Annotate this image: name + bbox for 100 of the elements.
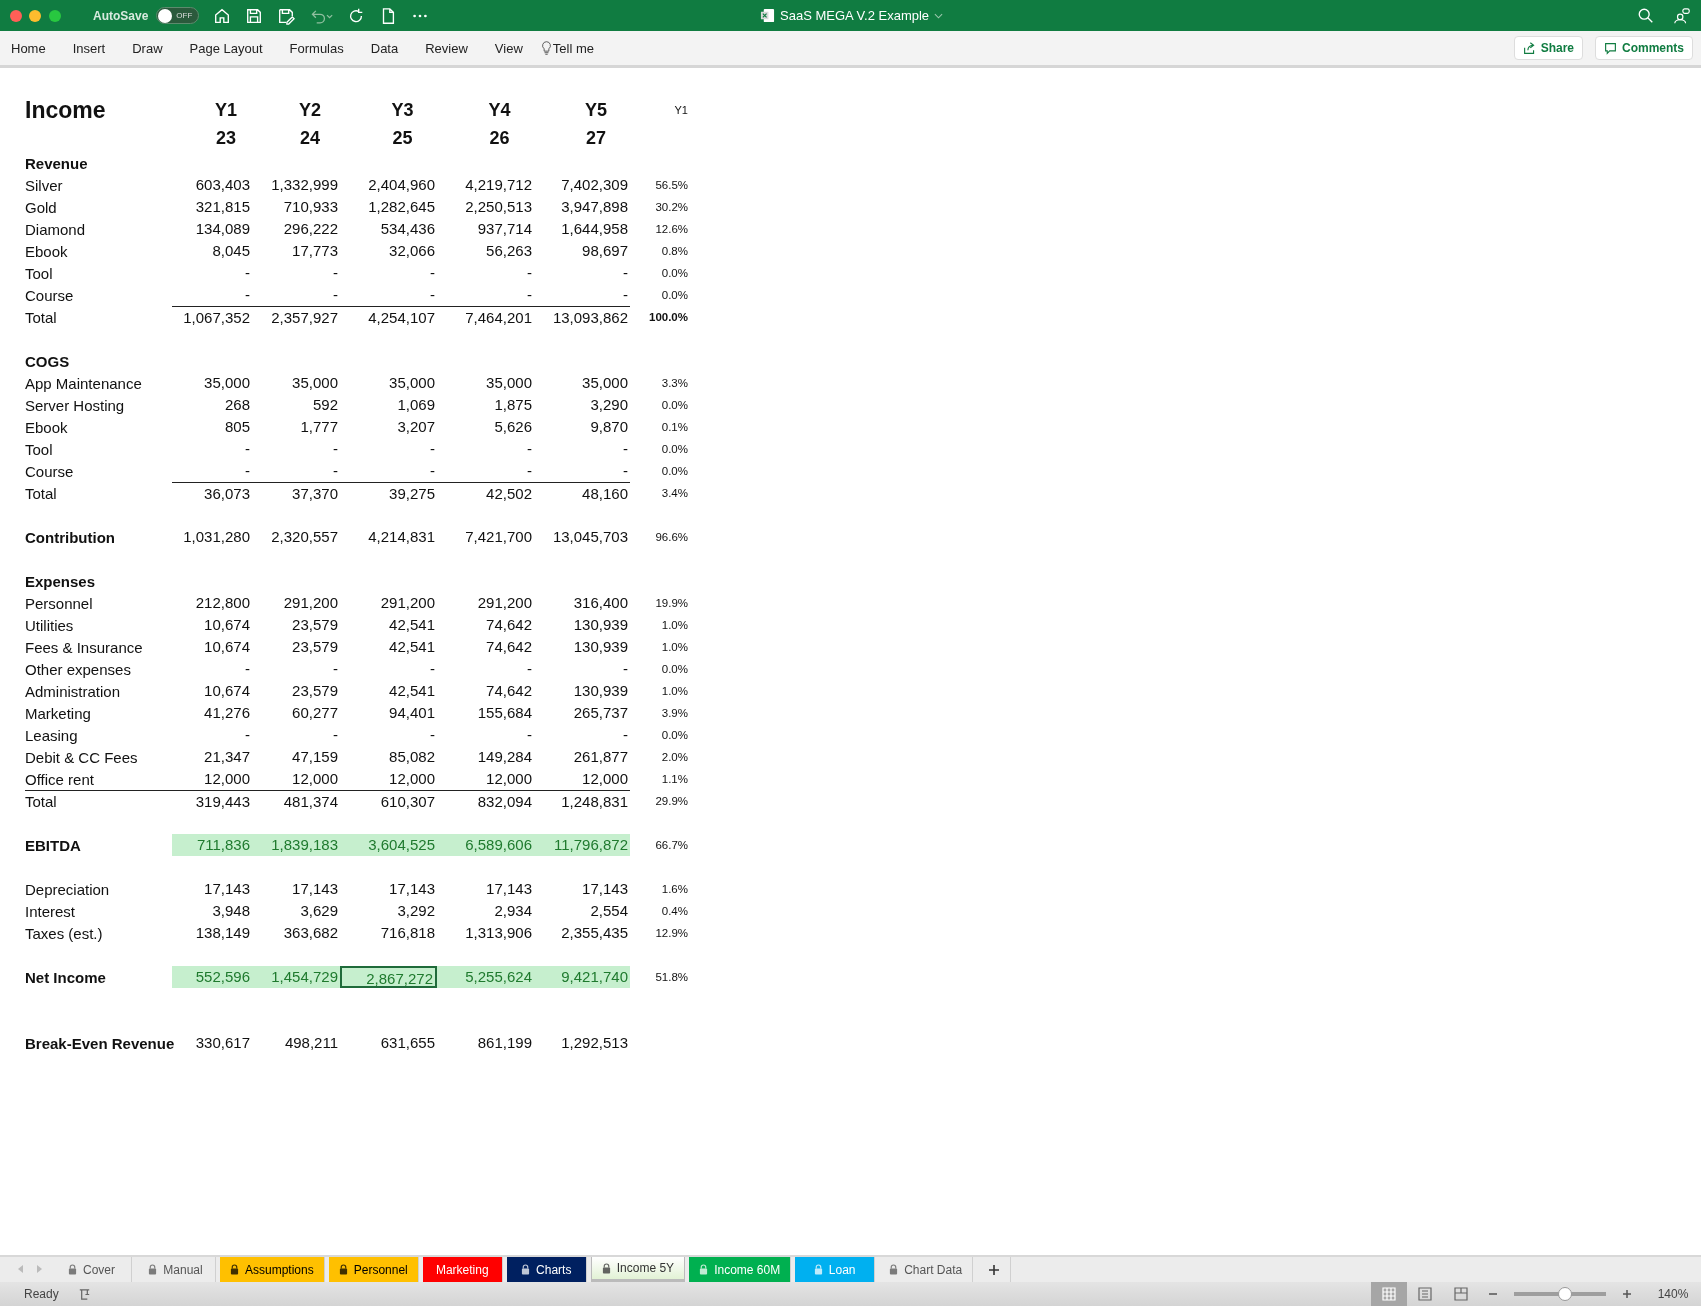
home-icon[interactable] [213, 6, 232, 25]
search-icon[interactable] [1637, 6, 1655, 25]
table-cell-text: - [244, 263, 251, 283]
table-cell-text: 10,674 [203, 637, 251, 657]
share-cell-text: 12.6% [654, 223, 688, 235]
zoom-level[interactable]: 140% [1645, 1287, 1701, 1301]
ribbon-tab[interactable]: Insert [63, 36, 115, 60]
share-cell-text: 0.0% [660, 443, 688, 455]
share-button[interactable]: Share [1513, 36, 1583, 60]
table-cell-text: 552,596 [194, 967, 251, 987]
selected-cell[interactable]: 2,867,272 [340, 966, 437, 988]
table-cell-text: 134,089 [194, 219, 251, 239]
table-cell-text: - [526, 439, 533, 459]
table-cell-text: 17,143 [388, 879, 436, 899]
row-label: Contribution [25, 528, 116, 546]
table-cell-text: 23,579 [291, 681, 339, 701]
ribbon-tab[interactable]: Home [2, 36, 55, 60]
table-cell-text: 2,357,927 [270, 307, 339, 328]
table-cell-text: 42,541 [388, 615, 436, 635]
tell-me-button[interactable]: Tell me [543, 36, 603, 60]
table-cell-text: 94,401 [388, 703, 436, 723]
share-cell-text: 0.0% [660, 729, 688, 741]
table-cell-text: - [244, 439, 251, 459]
table-cell-text: 316,400 [572, 593, 629, 613]
row-label: Net Income [25, 968, 107, 986]
table-cell-text: 805 [223, 417, 251, 437]
table-cell-text: 4,254,107 [367, 307, 436, 328]
sheet-tab[interactable]: Personnel [328, 1257, 419, 1282]
table-cell-text: 48,160 [581, 483, 629, 504]
table-cell-text: 8,045 [211, 241, 251, 261]
share-cell-text: 0.0% [660, 465, 688, 477]
share-cell-text: 1.0% [660, 685, 688, 697]
table-cell-text: 631,655 [379, 1033, 436, 1053]
maximize-button[interactable] [49, 9, 61, 22]
row-label: Interest [25, 902, 77, 920]
close-button[interactable] [10, 9, 22, 22]
table-cell-text: - [429, 461, 436, 481]
table-cell-text: 41,276 [203, 703, 251, 723]
share-cell-text: 3.4% [660, 487, 688, 499]
table-cell-text: 17,143 [581, 879, 629, 899]
share-cell-text: 3.9% [660, 707, 688, 719]
table-cell-text: 610,307 [379, 791, 436, 812]
year-number: 23 [215, 127, 237, 150]
share-cell-text: 1.0% [660, 641, 688, 653]
table-cell-text: - [332, 263, 339, 283]
zoom-in-icon[interactable] [1622, 1289, 1632, 1299]
ribbon-tab[interactable]: Formulas [280, 36, 353, 60]
sheet-tab[interactable]: Income 5Y [590, 1257, 686, 1282]
save-icon[interactable] [245, 6, 264, 25]
ribbon-tab[interactable]: Page Layout [180, 36, 272, 60]
ribbon-tab[interactable]: Review [416, 36, 477, 60]
row-label: Tool [25, 440, 54, 458]
table-cell-text: 1,644,958 [560, 219, 629, 239]
table-cell-text: 603,403 [194, 175, 251, 195]
people-icon[interactable] [1673, 6, 1691, 25]
table-cell-text: 321,815 [194, 197, 251, 217]
table-cell-text: - [429, 263, 436, 283]
lock-icon [338, 1264, 348, 1275]
sheet-tab[interactable]: Charts [506, 1257, 587, 1282]
table-cell-text: 3,290 [589, 395, 629, 415]
table-cell-text: 9,870 [589, 417, 629, 437]
row-label: Administration [25, 682, 122, 700]
ribbon-tab[interactable]: View [485, 36, 532, 60]
row-label: Personnel [25, 594, 94, 612]
share-cell-text: 12.9% [654, 927, 688, 939]
share-cell-text: 1.1% [660, 773, 688, 785]
autosave-toggle[interactable]: OFF [156, 7, 200, 24]
table-cell-text: 212,800 [194, 593, 251, 613]
table-cell-text: 35,000 [203, 373, 251, 393]
minimize-button[interactable] [29, 9, 41, 22]
table-cell-text: - [332, 725, 339, 745]
table-cell-text: 7,402,309 [560, 175, 629, 195]
save-edit-icon[interactable] [277, 6, 296, 25]
row-label: Total [25, 308, 58, 328]
share-cell-text: 0.0% [660, 267, 688, 279]
share-cell-text: 2.0% [660, 751, 688, 763]
lock-icon [230, 1264, 239, 1275]
table-cell-text: 17,143 [203, 879, 251, 899]
share-cell-text: 0.4% [660, 905, 688, 917]
slider-thumb[interactable] [1557, 1287, 1572, 1301]
row-label: Course [25, 462, 75, 480]
table-cell-text: - [244, 725, 251, 745]
table-cell-text: - [622, 461, 629, 481]
ribbon-tab[interactable]: Draw [123, 36, 172, 60]
table-cell-text: 74,642 [485, 637, 533, 657]
row-label: Other expenses [25, 660, 132, 678]
sheet-tab[interactable]: Assumptions [220, 1257, 325, 1282]
year-header: Y1 [214, 99, 238, 122]
table-cell-text: 23,579 [291, 637, 339, 657]
comments-button[interactable]: Comments [1595, 36, 1693, 60]
normal-view-button[interactable] [1371, 1282, 1407, 1306]
sheet-tab[interactable]: Marketing [422, 1257, 503, 1282]
ribbon-tab[interactable]: Data [361, 36, 408, 60]
table-cell-text: 2,934 [493, 901, 533, 921]
status-text: Ready [24, 1287, 59, 1301]
table-cell-text: - [526, 263, 533, 283]
table-cell-text: 74,642 [485, 681, 533, 701]
section-heading: COGS [25, 352, 71, 370]
chevron-icon[interactable] [934, 12, 944, 19]
table-cell-text: 1,454,729 [270, 967, 339, 987]
